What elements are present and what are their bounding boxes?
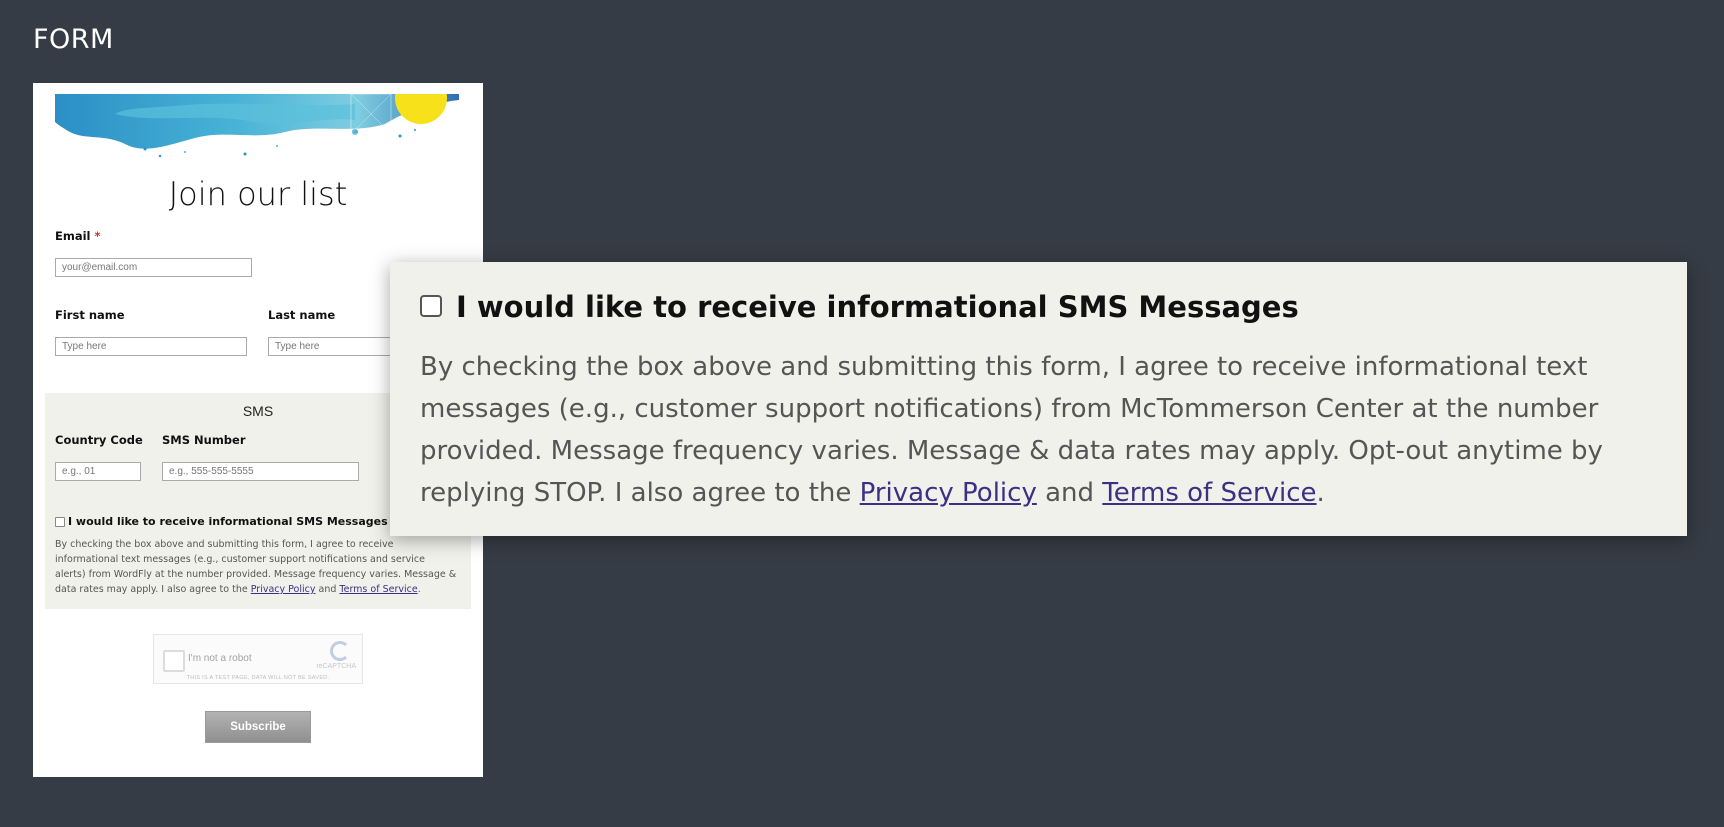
first-name-input[interactable]: Type here: [55, 337, 247, 356]
recaptcha-label: I'm not a robot: [188, 653, 252, 664]
sms-consent-checkbox[interactable]: [55, 517, 65, 527]
and-text: and: [315, 584, 340, 595]
sms-consent-checkbox-large[interactable]: [420, 295, 442, 317]
terms-of-service-link-large[interactable]: Terms of Service: [1102, 478, 1316, 508]
recaptcha-logo-icon: [330, 641, 350, 661]
sms-consent-title-large: I would like to receive informational SM…: [456, 290, 1299, 324]
recaptcha-test-note: THIS IS A TEST PAGE, DATA WILL NOT BE SA…: [186, 675, 330, 681]
sms-number-input[interactable]: e.g., 555-555-5555: [162, 462, 359, 481]
recaptcha-brand: reCAPTCHA: [316, 663, 356, 670]
privacy-policy-link[interactable]: Privacy Policy: [251, 584, 316, 595]
required-mark: *: [94, 229, 101, 243]
country-code-label: Country Code: [55, 433, 143, 447]
period-text: .: [417, 584, 421, 595]
section-label: FORM: [33, 24, 114, 55]
sms-consent-zoom-callout: I would like to receive informational SM…: [390, 262, 1687, 536]
first-name-label: First name: [55, 308, 125, 322]
subscribe-button[interactable]: Subscribe: [205, 711, 311, 743]
privacy-policy-link-large[interactable]: Privacy Policy: [860, 478, 1037, 508]
email-label: Email *: [55, 229, 101, 243]
watercolor-banner-graphic: [55, 94, 459, 158]
period-text-large: .: [1316, 478, 1325, 508]
watercolor-banner: [55, 94, 459, 166]
recaptcha-checkbox[interactable]: [163, 650, 185, 672]
and-text-large: and: [1036, 478, 1103, 508]
form-title: Join our list: [168, 175, 348, 213]
terms-of-service-link[interactable]: Terms of Service: [339, 584, 417, 595]
country-code-input[interactable]: e.g., 01: [55, 462, 141, 481]
sms-consent-text: By checking the box above and submitting…: [55, 537, 457, 597]
recaptcha-widget[interactable]: I'm not a robot reCAPTCHA THIS IS A TEST…: [153, 634, 363, 684]
email-label-text: Email: [55, 229, 91, 243]
last-name-label: Last name: [268, 308, 336, 322]
sms-consent-text-large: By checking the box above and submitting…: [420, 346, 1670, 514]
email-input[interactable]: your@email.com: [55, 258, 252, 277]
sms-number-label: SMS Number: [162, 433, 246, 447]
sms-consent-title: I would like to receive informational SM…: [68, 515, 388, 528]
